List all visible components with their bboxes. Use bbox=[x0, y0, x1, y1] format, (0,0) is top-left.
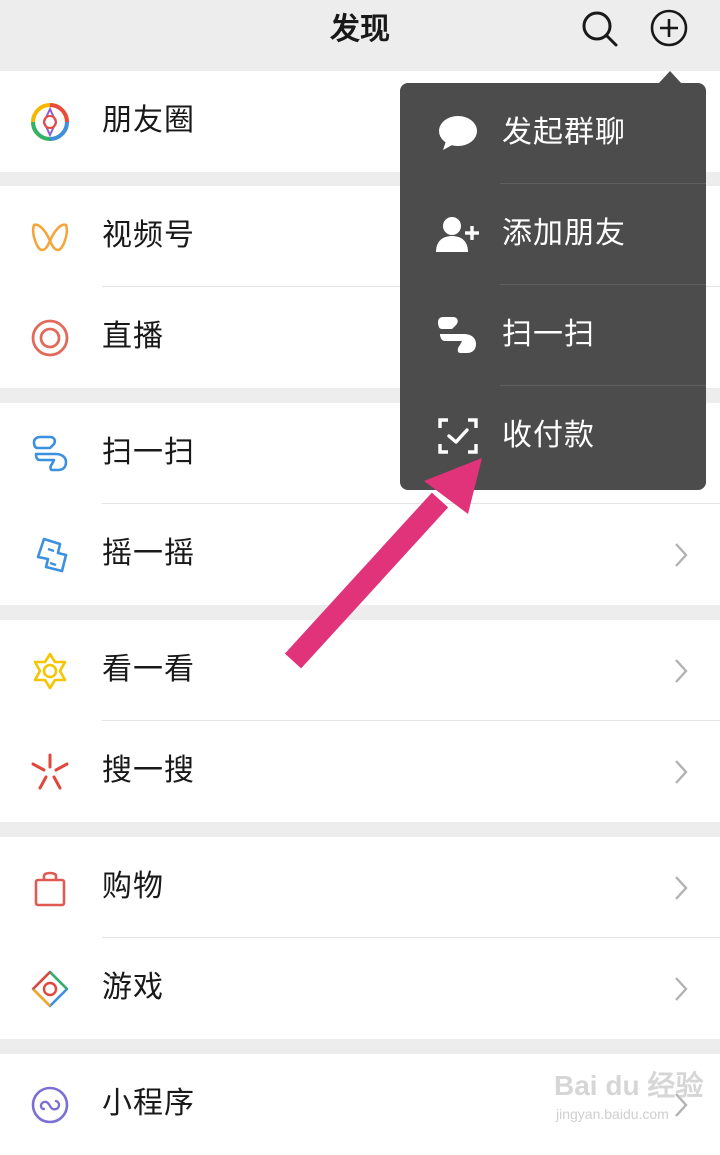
chat-bubble-icon bbox=[439, 116, 477, 150]
list-item-label: 看一看 bbox=[102, 652, 195, 687]
list-item-label: 朋友圈 bbox=[102, 103, 195, 138]
chevron-right-icon bbox=[675, 876, 688, 900]
chevron-right-icon bbox=[675, 977, 688, 1001]
list-item-games[interactable]: 游戏 bbox=[0, 938, 720, 1039]
list-item-label: 搜一搜 bbox=[102, 753, 195, 788]
menu-item-label: 发起群聊 bbox=[502, 115, 626, 150]
chevron-right-icon bbox=[675, 543, 688, 567]
menu-item-label: 添加朋友 bbox=[502, 216, 626, 251]
add-popup-menu: 发起群聊 添加朋友 扫一扫 收付款 bbox=[400, 71, 706, 490]
list-item-shopping[interactable]: 购物 bbox=[0, 837, 720, 938]
menu-item-add-friend[interactable]: 添加朋友 bbox=[400, 184, 706, 285]
list-item-label: 购物 bbox=[102, 869, 164, 904]
games-icon bbox=[31, 970, 69, 1008]
shopping-bag-icon bbox=[34, 871, 66, 907]
chevron-right-icon bbox=[675, 659, 688, 683]
scan-icon bbox=[438, 317, 476, 353]
mini-programs-icon bbox=[31, 1086, 69, 1124]
list-item-label: 直播 bbox=[102, 319, 164, 354]
list-item-search[interactable]: 搜一搜 bbox=[0, 721, 720, 822]
moments-icon bbox=[31, 103, 69, 141]
menu-item-money[interactable]: 收付款 bbox=[400, 386, 706, 487]
live-icon bbox=[31, 319, 69, 357]
list-item-shake[interactable]: 摇一摇 bbox=[0, 504, 720, 605]
watermark: Bai du 经验 jingyan.baidu.com bbox=[554, 1054, 720, 1135]
watermark-brand: Bai du 经验 bbox=[554, 1070, 704, 1101]
watermark-site: jingyan.baidu.com bbox=[556, 1106, 669, 1122]
scan-icon bbox=[32, 435, 68, 472]
menu-item-group-chat[interactable]: 发起群聊 bbox=[400, 83, 706, 184]
list-item-label: 视频号 bbox=[102, 218, 195, 253]
top-bar: 发现 bbox=[0, 0, 720, 70]
money-icon bbox=[438, 418, 478, 454]
top-stories-icon bbox=[33, 652, 67, 690]
menu-item-label: 收付款 bbox=[502, 418, 595, 453]
menu-item-scan[interactable]: 扫一扫 bbox=[400, 285, 706, 386]
list-item-label: 摇一摇 bbox=[102, 536, 195, 571]
list-item-label: 小程序 bbox=[102, 1086, 195, 1121]
plus-circle-icon[interactable] bbox=[649, 8, 689, 48]
list-item-label: 游戏 bbox=[102, 970, 164, 1005]
menu-item-label: 扫一扫 bbox=[502, 317, 595, 352]
search-feature-icon bbox=[31, 753, 69, 790]
group-stories-search: 看一看 搜一搜 bbox=[0, 620, 720, 822]
channels-icon bbox=[31, 223, 69, 252]
add-friend-icon bbox=[436, 217, 479, 252]
chevron-right-icon bbox=[675, 760, 688, 784]
list-item-label: 扫一扫 bbox=[102, 435, 195, 470]
search-icon[interactable] bbox=[579, 8, 619, 48]
shake-icon bbox=[36, 537, 68, 573]
group-shopping-games: 购物 游戏 bbox=[0, 837, 720, 1039]
list-item-top-stories[interactable]: 看一看 bbox=[0, 620, 720, 721]
